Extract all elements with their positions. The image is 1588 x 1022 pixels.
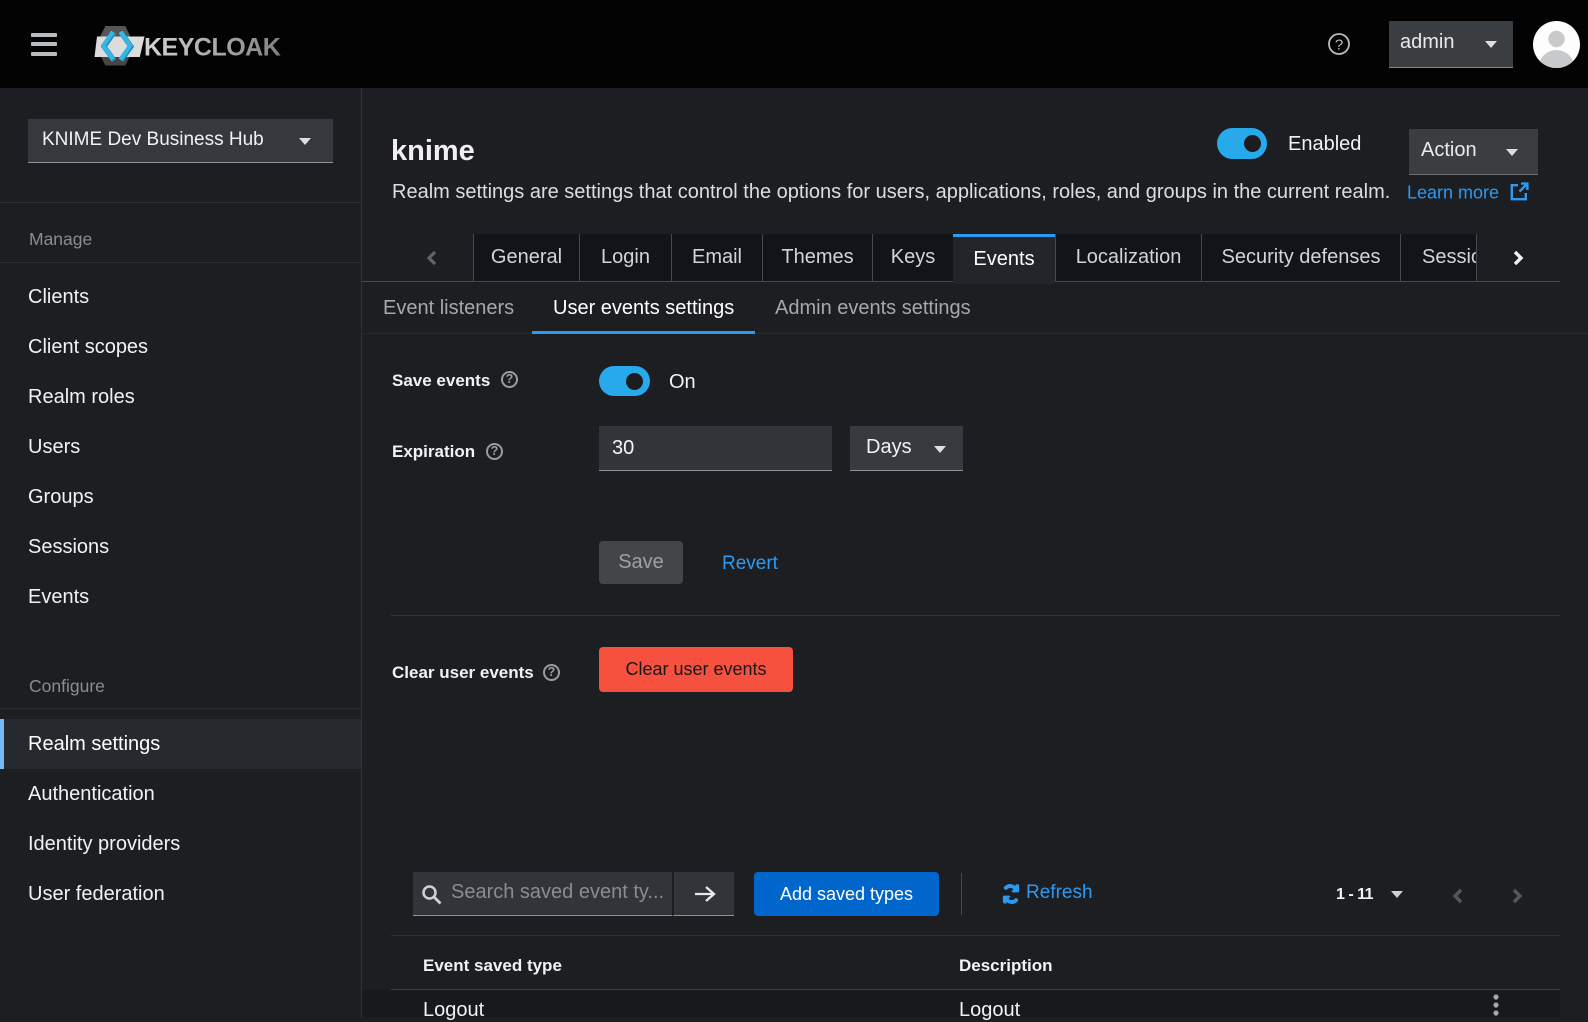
svg-text:?: ?	[1335, 37, 1343, 54]
svg-text:KEYCLOAK: KEYCLOAK	[144, 34, 281, 62]
